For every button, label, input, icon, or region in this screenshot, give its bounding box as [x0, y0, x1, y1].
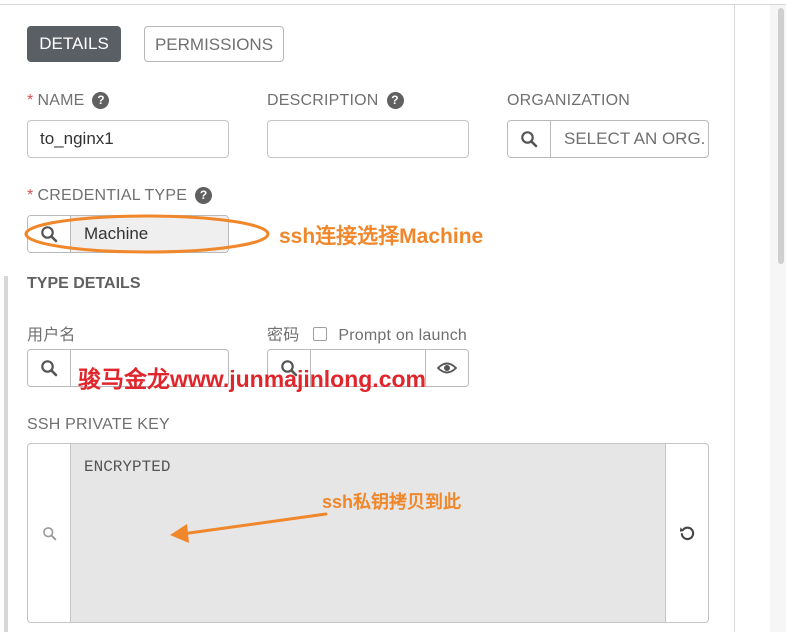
annotation-arrowhead	[170, 524, 189, 543]
ssh-key-annotation: ssh私钥拷贝到此	[322, 492, 462, 512]
annotation-arrow	[180, 512, 328, 536]
highlight-ellipse	[24, 214, 270, 254]
annotation-overlay	[24, 214, 328, 543]
credential-type-annotation: ssh连接选择Machine	[279, 225, 484, 248]
watermark-text: 骏马金龙www.junmajinlong.com	[78, 366, 426, 392]
